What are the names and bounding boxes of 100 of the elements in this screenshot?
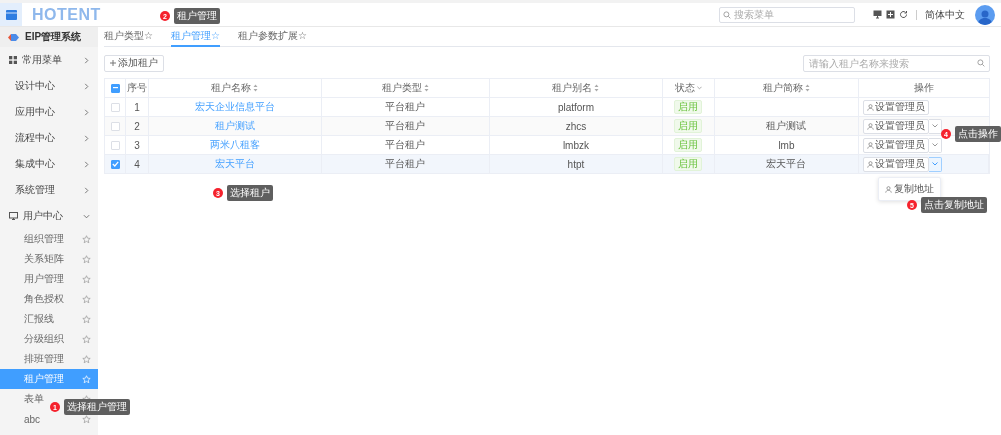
table-cell: lmb <box>778 139 795 151</box>
sort-icon[interactable] <box>804 84 810 92</box>
refresh-icon[interactable] <box>899 10 908 19</box>
chevron-right-icon <box>83 186 90 194</box>
step-tooltip: 租户管理 <box>174 8 220 24</box>
sidebar-item[interactable]: 分级组织 <box>0 329 98 349</box>
fullscreen-icon[interactable] <box>886 10 895 19</box>
star-icon[interactable] <box>82 414 91 424</box>
person-icon <box>867 103 874 111</box>
dropdown-button[interactable] <box>929 137 942 153</box>
caret-icon <box>932 162 938 166</box>
person-icon <box>867 122 874 130</box>
star-icon[interactable] <box>82 294 91 304</box>
sidebar-group[interactable]: 应用中心 <box>0 99 98 125</box>
table-cell: 租户测试 <box>766 119 807 133</box>
table-cell: 1 <box>134 101 140 113</box>
chevron-right-icon <box>83 160 90 168</box>
star-icon[interactable] <box>82 314 91 324</box>
sidebar-group[interactable]: 系统管理 <box>0 177 98 203</box>
star-icon[interactable] <box>82 354 91 364</box>
menu-icon <box>5 9 17 20</box>
sidebar-item[interactable]: 排班管理 <box>0 349 98 369</box>
table-cell: 平台租户 <box>385 100 426 114</box>
avatar[interactable] <box>975 4 995 25</box>
sort-icon[interactable] <box>253 84 259 92</box>
dropdown-button[interactable] <box>929 118 942 134</box>
sidebar-group[interactable]: 集成中心 <box>0 151 98 177</box>
sidebar-group[interactable]: 设计中心 <box>0 73 98 99</box>
sidebar-item[interactable]: 角色授权 <box>0 289 98 309</box>
tab[interactable]: 租户类型☆ <box>104 27 153 47</box>
sidebar-group[interactable]: 常用菜单 <box>0 47 98 73</box>
status-tag: 启用 <box>674 119 703 133</box>
table-cell: platform <box>557 101 594 113</box>
filter-caret-icon[interactable] <box>696 86 702 90</box>
chevron-down-icon <box>83 212 90 220</box>
person-icon <box>885 185 892 193</box>
sidebar-item[interactable]: 关系矩阵 <box>0 249 98 269</box>
sidebar-item[interactable]: 组织管理 <box>0 229 98 249</box>
star-icon[interactable] <box>82 274 91 284</box>
diamond-logo-icon <box>8 33 19 41</box>
column-header: 序号 <box>127 81 147 95</box>
set-admin-button[interactable]: 设置管理员 <box>863 156 929 172</box>
plus-icon <box>110 60 116 66</box>
table-cell: 4 <box>134 158 140 170</box>
step-tooltip: 选择租户 <box>227 185 273 201</box>
dropdown-button[interactable] <box>929 156 942 172</box>
logo: HOTENT <box>32 5 101 24</box>
step-tooltip: 点击复制地址 <box>921 197 987 213</box>
column-header[interactable]: 租户别名 <box>552 81 593 95</box>
set-admin-button[interactable]: 设置管理员 <box>863 118 929 134</box>
checkbox[interactable] <box>110 159 120 169</box>
table-cell: 2 <box>134 120 140 132</box>
menu-item[interactable]: 复制地址 <box>879 181 940 197</box>
table-cell: 3 <box>134 139 140 151</box>
checkbox[interactable] <box>110 83 120 93</box>
sort-icon[interactable] <box>423 84 429 92</box>
language-selector[interactable]: 简体中文 <box>925 7 965 22</box>
column-header: 操作 <box>914 81 934 95</box>
search-icon <box>977 58 985 67</box>
sidebar-group[interactable]: 用户中心 <box>0 203 98 229</box>
step-tooltip: 选择租户管理 <box>64 399 130 415</box>
menu-search-field[interactable]: 搜索菜单 <box>719 6 855 23</box>
step-tooltip: 点击操作 <box>955 126 1001 142</box>
sidebar-group[interactable]: 流程中心 <box>0 125 98 151</box>
person-icon <box>867 141 874 149</box>
sort-icon[interactable] <box>594 84 600 92</box>
table-cell: zhcs <box>565 120 587 132</box>
add-tenant-button[interactable]: 添加租户 <box>104 54 164 72</box>
grid-icon <box>9 56 17 64</box>
table-cell: lmbzk <box>562 139 589 151</box>
monitor-icon[interactable] <box>873 10 882 19</box>
menu-button[interactable] <box>0 3 22 26</box>
tenant-search-field[interactable]: 请输入租户名称来搜索 <box>803 54 990 72</box>
monitor-icon <box>9 212 18 220</box>
system-title: EIP管理系统 <box>25 30 82 44</box>
column-header[interactable]: 租户简称 <box>762 81 803 95</box>
search-icon <box>723 10 731 19</box>
chevron-right-icon <box>83 108 90 116</box>
star-icon[interactable] <box>82 334 91 344</box>
chevron-right-icon <box>83 56 90 64</box>
status-tag: 启用 <box>674 100 703 114</box>
table-cell: 平台租户 <box>385 138 426 152</box>
sidebar-item[interactable]: 用户管理 <box>0 269 98 289</box>
column-header[interactable]: 状态 <box>674 81 695 95</box>
star-icon[interactable] <box>82 254 91 264</box>
dash-icon <box>112 87 118 89</box>
status-tag: 启用 <box>674 138 703 152</box>
column-header[interactable]: 租户类型 <box>381 81 422 95</box>
set-admin-button[interactable]: 设置管理员 <box>863 137 929 153</box>
tab[interactable]: 租户参数扩展☆ <box>237 27 307 47</box>
check-icon <box>111 161 119 167</box>
person-icon <box>867 160 874 168</box>
table-cell: 平台租户 <box>385 119 426 133</box>
chevron-right-icon <box>83 134 90 142</box>
star-icon[interactable] <box>82 234 91 244</box>
sidebar-item[interactable]: 汇报线 <box>0 309 98 329</box>
status-tag: 启用 <box>674 157 703 171</box>
column-header[interactable]: 租户名称 <box>211 81 252 95</box>
caret-icon <box>932 143 938 147</box>
set-admin-button[interactable]: 设置管理员 <box>863 99 929 115</box>
